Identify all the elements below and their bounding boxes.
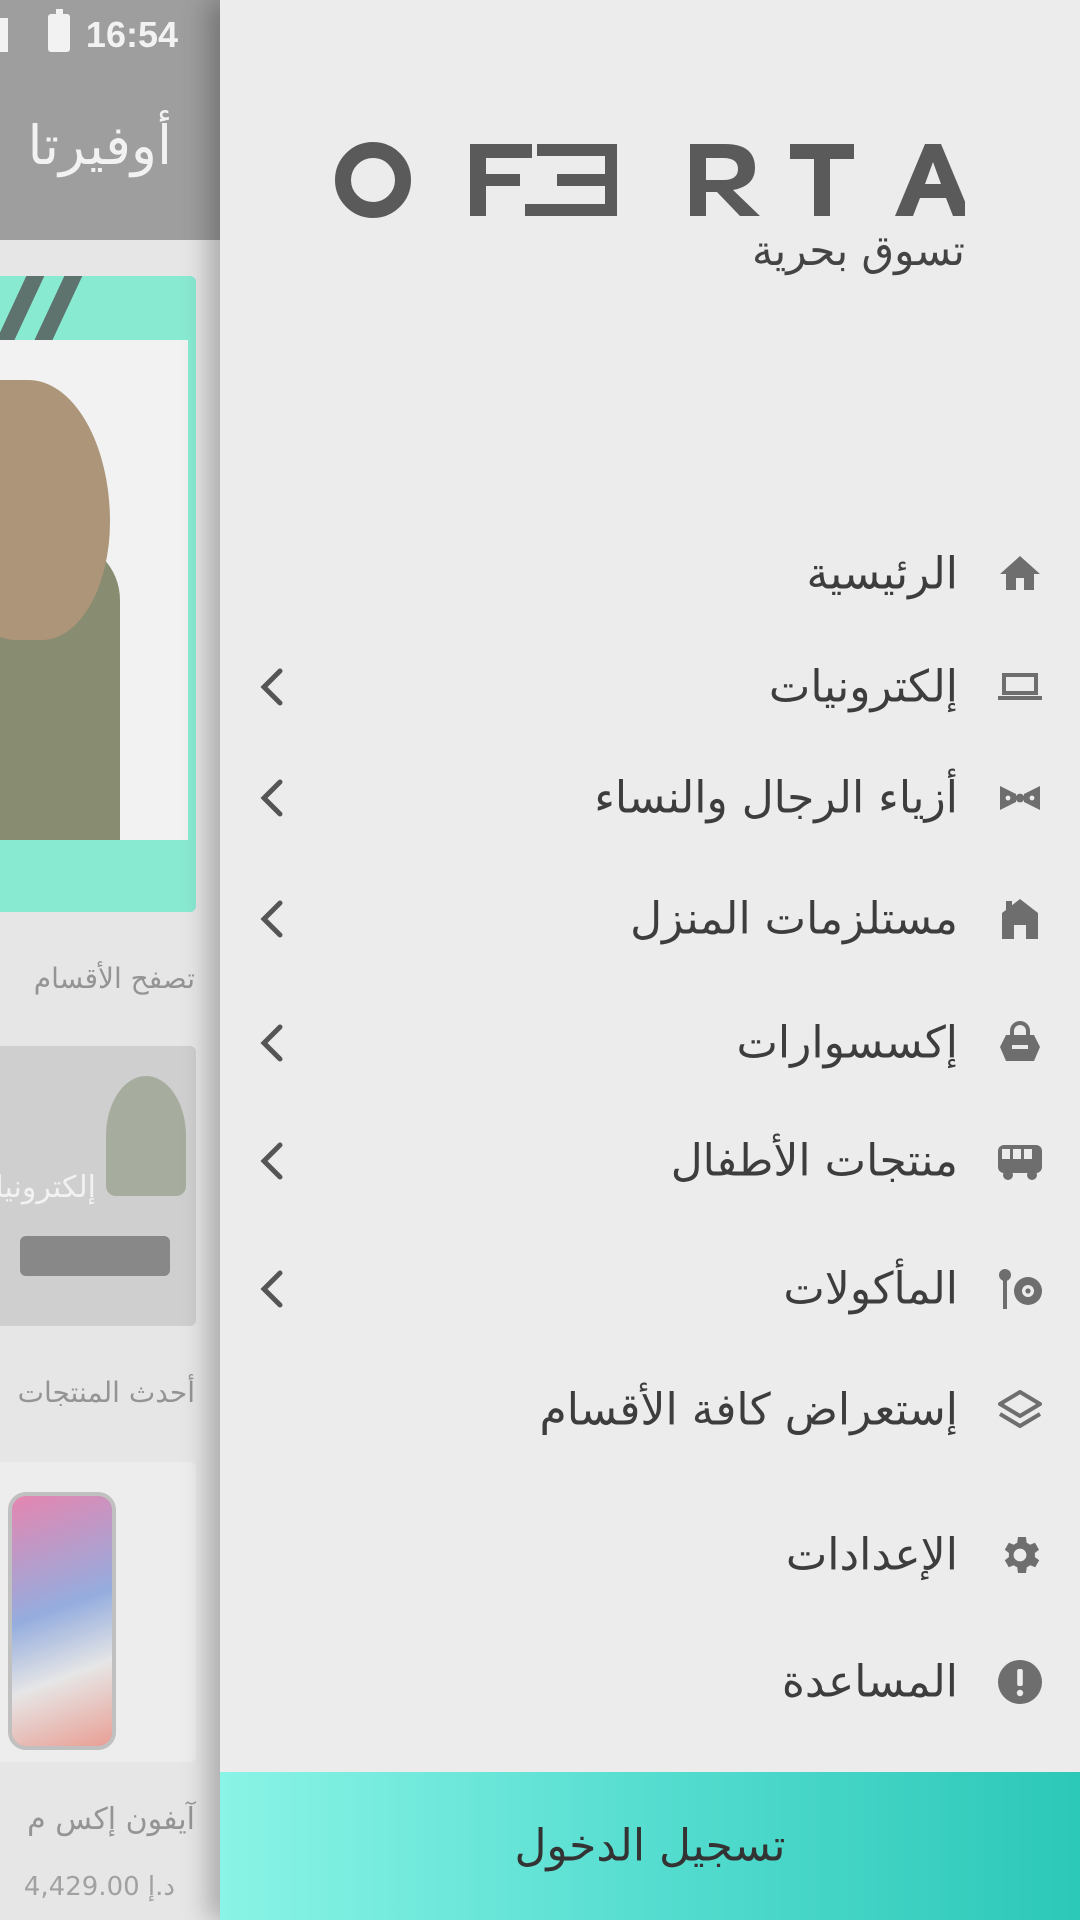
chevron-left-icon [256, 663, 286, 711]
menu-label-settings: الإعدادات [785, 1529, 958, 1581]
menu-label-fashion: أزياء الرجال والنساء [594, 772, 958, 824]
chevron-left-icon [256, 774, 286, 822]
menu-item-electronics[interactable]: إلكترونيات [220, 637, 1080, 737]
menu-label-help: المساعدة [781, 1656, 958, 1708]
menu-label-kids: منتجات الأطفال [670, 1135, 958, 1187]
gear-icon [996, 1531, 1044, 1579]
chevron-left-icon [256, 1019, 286, 1067]
laptop-icon [996, 663, 1044, 711]
brand-tagline: تسوق بحرية [752, 226, 965, 275]
menu-item-food[interactable]: المأكولات [220, 1239, 1080, 1339]
menu-item-all-categories[interactable]: إستعراض كافة الأقسام [220, 1360, 1080, 1460]
menu-item-kids[interactable]: منتجات الأطفال [220, 1111, 1080, 1211]
navigation-drawer: تسوق بحرية الرئيسية إلكترونيات أزياء الر… [220, 0, 1080, 1920]
menu-label-home-supplies: مستلزمات المنزل [630, 893, 958, 945]
chevron-left-icon [256, 1265, 286, 1313]
bag-icon [996, 1019, 1044, 1067]
bus-icon [996, 1137, 1044, 1185]
oferta-logo [335, 142, 965, 218]
dining-icon [996, 1265, 1044, 1313]
menu-label-home: الرئيسية [806, 548, 958, 600]
layers-icon [996, 1386, 1044, 1434]
scrim[interactable] [0, 0, 220, 1920]
menu-item-settings[interactable]: الإعدادات [220, 1505, 1080, 1605]
menu-item-home[interactable]: الرئيسية [220, 524, 1080, 624]
menu-label-electronics: إلكترونيات [768, 661, 958, 713]
chevron-left-icon [256, 895, 286, 943]
menu-item-fashion[interactable]: أزياء الرجال والنساء [220, 748, 1080, 848]
menu-item-home-supplies[interactable]: مستلزمات المنزل [220, 869, 1080, 969]
menu-label-food: المأكولات [783, 1263, 958, 1315]
login-label: تسجيل الدخول [514, 1820, 786, 1872]
menu-label-accessories: إكسسوارات [736, 1017, 958, 1069]
menu-item-help[interactable]: المساعدة [220, 1632, 1080, 1732]
house-icon [996, 895, 1044, 943]
home-icon [996, 550, 1044, 598]
help-icon [996, 1658, 1044, 1706]
menu-item-accessories[interactable]: إكسسوارات [220, 993, 1080, 1093]
bow-tie-icon [996, 774, 1044, 822]
menu-label-all-categories: إستعراض كافة الأقسام [539, 1384, 959, 1436]
chevron-left-icon [256, 1137, 286, 1185]
login-button[interactable]: تسجيل الدخول [220, 1772, 1080, 1920]
